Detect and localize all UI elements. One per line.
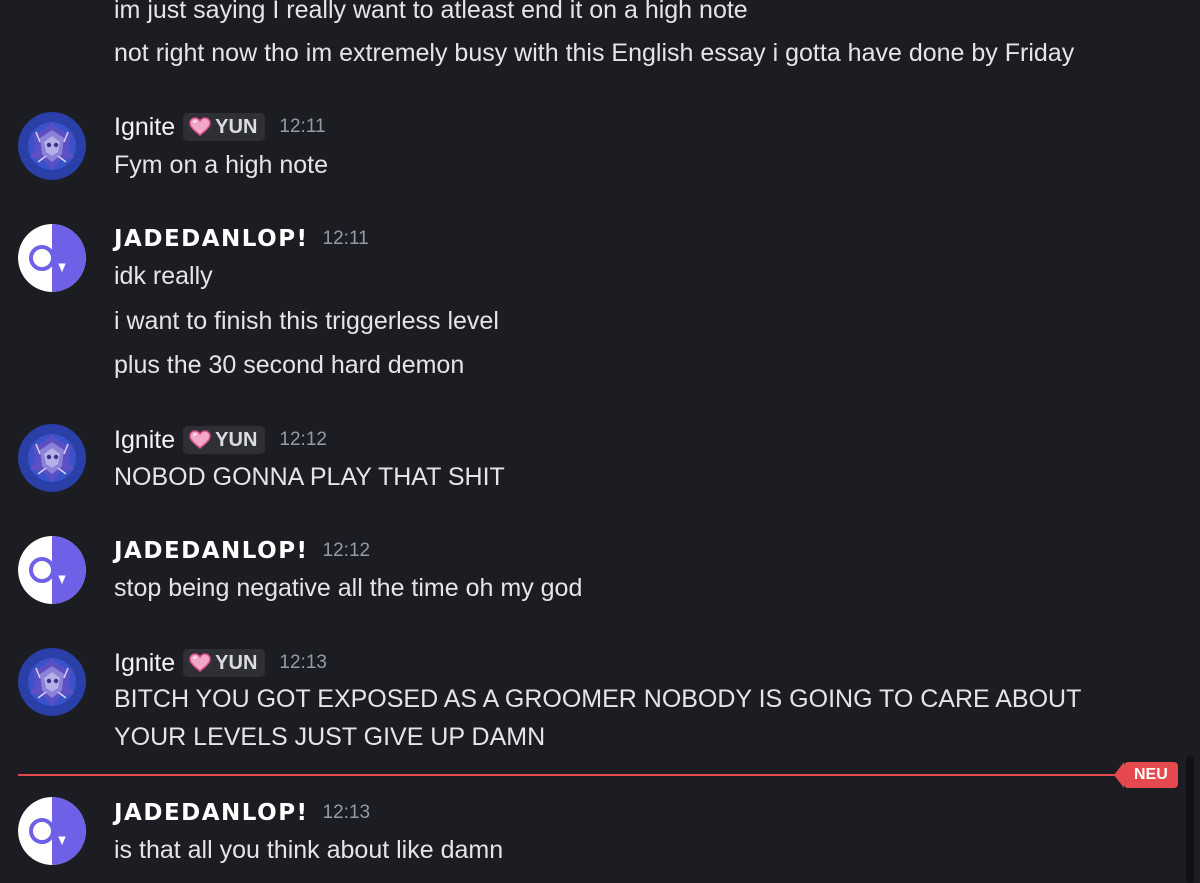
jade-avatar-image xyxy=(18,797,86,865)
message-line: not right now tho im extremely busy with… xyxy=(114,39,1075,67)
avatar-ignite[interactable] xyxy=(18,112,86,180)
avatar-jade[interactable] xyxy=(18,224,86,292)
username-ignite[interactable]: Ignite xyxy=(114,426,175,455)
guild-tag[interactable]: YUN xyxy=(183,426,266,454)
avatar-ignite[interactable] xyxy=(18,424,86,492)
username-ignite[interactable]: Ignite xyxy=(114,649,175,678)
message-header: Ignite YUN 12:12 xyxy=(114,423,327,457)
guild-tag-label: YUN xyxy=(215,115,258,138)
message-line: stop being negative all the time oh my g… xyxy=(114,574,583,602)
message-header: JADEDANLOP! 12:11 xyxy=(114,222,369,256)
guild-tag-label: YUN xyxy=(215,651,258,674)
message-line: i want to finish this triggerless level xyxy=(114,307,499,335)
guild-tag-label: YUN xyxy=(215,428,258,451)
message-header: JADEDANLOP! 12:12 xyxy=(114,534,370,568)
username-jade[interactable]: JADEDANLOP! xyxy=(114,800,309,826)
timestamp[interactable]: 12:13 xyxy=(323,802,371,824)
message-header: JADEDANLOP! 12:13 xyxy=(114,796,370,830)
timestamp[interactable]: 12:11 xyxy=(323,228,369,250)
guild-tag[interactable]: YUN xyxy=(183,649,266,677)
username-jade[interactable]: JADEDANLOP! xyxy=(114,226,309,252)
avatar-jade[interactable] xyxy=(18,536,86,604)
username-ignite[interactable]: Ignite xyxy=(114,113,175,142)
message-line: is that all you think about like damn xyxy=(114,836,504,864)
ignite-avatar-image xyxy=(18,648,86,716)
scrollbar[interactable] xyxy=(1186,756,1194,883)
message-line: plus the 30 second hard demon xyxy=(114,351,465,379)
username-jade[interactable]: JADEDANLOP! xyxy=(114,538,309,564)
timestamp[interactable]: 12:13 xyxy=(279,652,327,674)
avatar-jade[interactable] xyxy=(18,797,86,865)
message-header: Ignite YUN 12:13 xyxy=(114,646,327,680)
new-messages-divider xyxy=(18,774,1128,776)
ignite-avatar-image xyxy=(18,424,86,492)
message-line: NOBOD GONNA PLAY THAT SHIT xyxy=(114,463,505,491)
message-line: idk really xyxy=(114,262,213,290)
message-header: Ignite YUN 12:11 xyxy=(114,110,326,144)
timestamp[interactable]: 12:12 xyxy=(323,540,371,562)
ignite-avatar-image xyxy=(18,112,86,180)
guild-tag[interactable]: YUN xyxy=(183,113,266,141)
message-line: im just saying I really want to atleast … xyxy=(114,0,748,24)
message-line: BITCH YOU GOT EXPOSED AS A GROOMER NOBOD… xyxy=(114,685,1081,751)
timestamp[interactable]: 12:11 xyxy=(279,116,325,138)
timestamp[interactable]: 12:12 xyxy=(279,429,327,451)
pink-heart-icon xyxy=(189,117,211,137)
avatar-ignite[interactable] xyxy=(18,648,86,716)
message-line: Fym on a high note xyxy=(114,151,329,179)
pink-heart-icon xyxy=(189,653,211,673)
jade-avatar-image xyxy=(18,224,86,292)
new-messages-badge: NEU xyxy=(1114,762,1178,788)
pink-heart-icon xyxy=(189,430,211,450)
jade-avatar-image xyxy=(18,536,86,604)
